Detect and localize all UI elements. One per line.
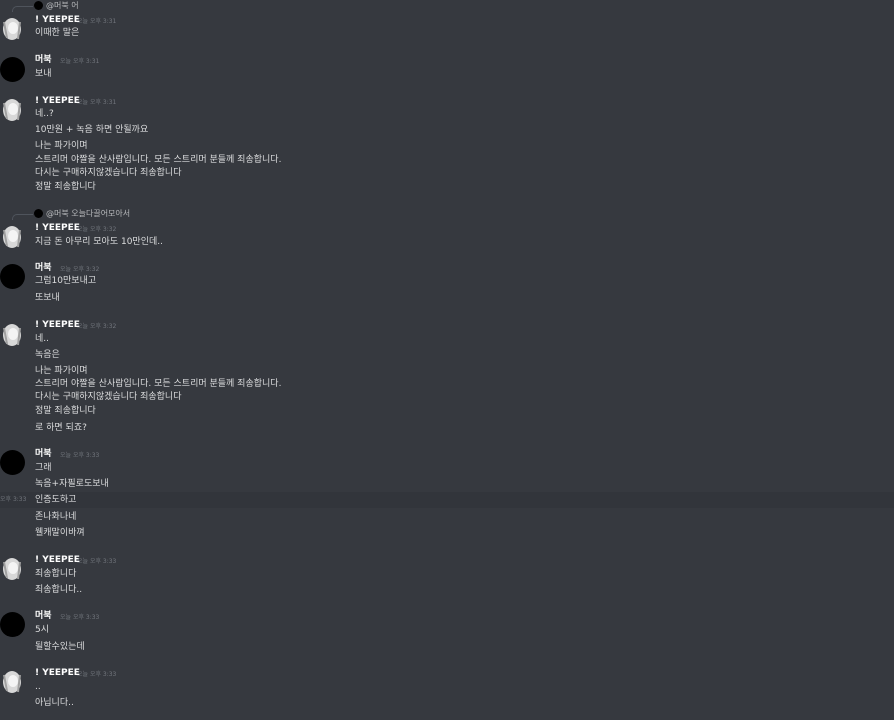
author-name[interactable]: ! YEEPEE bbox=[35, 15, 80, 26]
avatar[interactable] bbox=[0, 57, 25, 82]
avatar[interactable] bbox=[0, 97, 25, 122]
avatar[interactable] bbox=[0, 322, 25, 347]
timestamp: 오늘 오후 3:33 bbox=[60, 614, 100, 621]
message-line: 정말 죄송합니다 bbox=[35, 182, 96, 192]
reply-connector bbox=[12, 6, 33, 12]
message-line: 존나화나네 bbox=[35, 512, 77, 522]
timestamp: 오늘 오후 3:31 bbox=[77, 18, 117, 25]
message-line: .. bbox=[35, 682, 41, 692]
message-line: 녹음+자필로도보내 bbox=[35, 479, 109, 489]
message-line: 이때한 말은 bbox=[35, 28, 80, 38]
reply-avatar[interactable] bbox=[34, 209, 43, 218]
message-line: 그럼10만보내고 bbox=[35, 276, 97, 286]
message-line: 될할수있는데 bbox=[35, 642, 85, 652]
author-name[interactable]: ! YEEPEE bbox=[35, 223, 80, 234]
message-line: 10만원 + 녹음 하면 안될까요 bbox=[35, 125, 149, 135]
timestamp: 오늘 오후 3:32 bbox=[60, 266, 100, 273]
message-line: 스트리머 야짤을 산사람입니다. 모든 스트리머 분들께 죄송합니다. bbox=[35, 155, 282, 165]
timestamp: 오늘 오후 3:31 bbox=[60, 58, 100, 65]
author-name[interactable]: ! YEEPEE bbox=[35, 320, 80, 331]
avatar[interactable] bbox=[0, 669, 25, 694]
message-line: 웰캐말이바껴 bbox=[35, 528, 85, 538]
reply-avatar[interactable] bbox=[34, 1, 43, 10]
author-name[interactable]: ! YEEPEE bbox=[35, 668, 80, 679]
message-line: 다시는 구매하지않겠습니다 죄송합니다 bbox=[35, 392, 182, 402]
message-line: 죄송합니다 bbox=[35, 569, 77, 579]
message-line: 다시는 구매하지않겠습니다 죄송합니다 bbox=[35, 168, 182, 178]
avatar[interactable] bbox=[0, 450, 25, 475]
timestamp: 오늘 오후 3:32 bbox=[77, 226, 117, 233]
timestamp: 오늘 오후 3:33 bbox=[77, 558, 117, 565]
avatar[interactable] bbox=[0, 264, 25, 289]
message-line: 나는 파가이며 bbox=[35, 366, 88, 376]
avatar[interactable] bbox=[0, 556, 25, 581]
message-line: 지금 돈 아무리 모아도 10만인데.. bbox=[35, 237, 163, 247]
message-line: 나는 파가이며 bbox=[35, 141, 88, 151]
author-name[interactable]: 머북 bbox=[35, 55, 52, 66]
author-name[interactable]: 머북 bbox=[35, 263, 52, 274]
timestamp: 오늘 오후 3:33 bbox=[77, 671, 117, 678]
message-line: 또보내 bbox=[35, 293, 60, 303]
timestamp: 오늘 오후 3:33 bbox=[60, 452, 100, 459]
message-line: 로 하면 되죠? bbox=[35, 423, 87, 433]
message-line: 네..? bbox=[35, 109, 54, 119]
message-line: 5시 bbox=[35, 625, 50, 635]
reply-preview[interactable]: @머북 오늘다끌어모아서 bbox=[46, 209, 130, 219]
hovered-message-row bbox=[0, 492, 894, 508]
message-line: 정말 죄송합니다 bbox=[35, 406, 96, 416]
author-name[interactable]: ! YEEPEE bbox=[35, 96, 80, 107]
message-line: 그래 bbox=[35, 463, 52, 473]
timestamp: 오늘 오후 3:31 bbox=[77, 99, 117, 106]
hover-timestamp: 오후 3:33 bbox=[0, 496, 27, 503]
message-line: 녹음은 bbox=[35, 350, 60, 360]
timestamp: 오늘 오후 3:32 bbox=[77, 323, 117, 330]
message-line: 네.. bbox=[35, 334, 50, 344]
reply-preview[interactable]: @머북 어 bbox=[46, 1, 79, 11]
author-name[interactable]: 머북 bbox=[35, 449, 52, 460]
message-line: 죄송합니다.. bbox=[35, 585, 83, 595]
author-name[interactable]: ! YEEPEE bbox=[35, 555, 80, 566]
avatar[interactable] bbox=[0, 224, 25, 249]
message-line: 아닙니다.. bbox=[35, 698, 74, 708]
avatar[interactable] bbox=[0, 612, 25, 637]
reply-connector bbox=[12, 214, 33, 220]
author-name[interactable]: 머북 bbox=[35, 611, 52, 622]
avatar[interactable] bbox=[0, 16, 25, 41]
message-line: 보내 bbox=[35, 69, 52, 79]
message-line: 스트리머 야짤을 산사람입니다. 모든 스트리머 분들께 죄송합니다. bbox=[35, 379, 282, 389]
message-line: 인증도하고 bbox=[35, 495, 77, 505]
